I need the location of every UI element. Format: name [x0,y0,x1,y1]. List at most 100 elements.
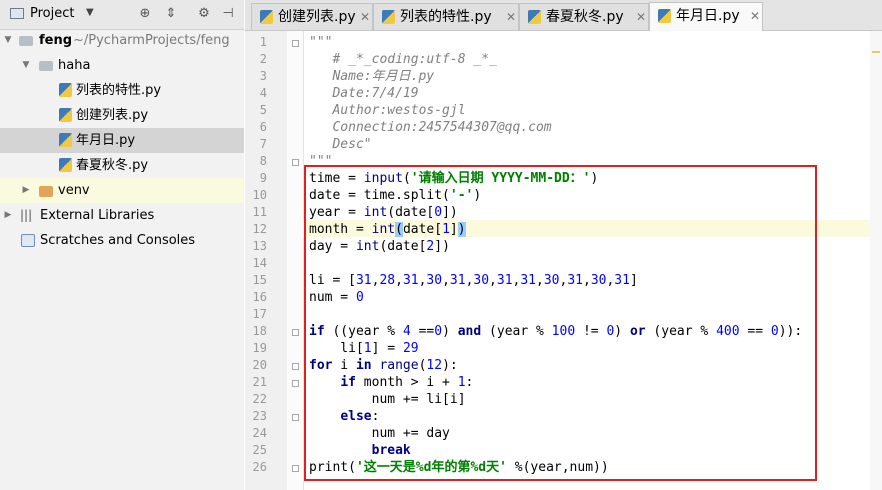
tree-item-haha[interactable]: ▼ haha [0,53,244,78]
tab-label: 创建列表.py [278,9,356,25]
close-icon[interactable]: ✕ [750,3,760,29]
line-number: 5 [259,103,267,117]
tree-item-file[interactable]: 春夏秋冬.py [0,153,244,178]
python-file-icon [382,10,395,24]
line-number: 20 [252,358,267,372]
line-number-gutter: 1 2 3 4 5 6 7 8 9 10 11 12 13 14 15 16 1… [245,31,287,490]
editor-tab-bar: 创建列表.py ✕ 列表的特性.py ✕ 春夏秋冬.py ✕ 年月日.py ✕ [245,0,882,31]
code-line: """ [309,154,333,169]
tab-label: 列表的特性.py [400,9,492,25]
line-number: 22 [252,392,267,406]
excluded-folder-icon [39,186,53,197]
tab-seasons[interactable]: 春夏秋冬.py ✕ [519,3,649,30]
code-line: li = [31,28,31,30,31,30,31,31,30,31,30,3… [309,273,638,288]
tab-label: 年月日.py [676,8,740,24]
code-line: month = int(date[1]) [309,222,466,237]
code-line: num += day [309,426,450,441]
close-icon[interactable]: ✕ [636,4,646,30]
error-stripe[interactable] [870,31,882,490]
fold-marker-icon[interactable] [292,414,299,421]
code-line: if ((year % 4 ==0) and (year % 100 != 0)… [309,324,803,339]
project-tool-window: Project ▼ ⊕ ⇕ ⚙ ⊣ ▼ feng ~/PycharmProjec… [0,0,244,490]
chevron-down-icon[interactable]: ▼ [86,7,94,18]
code-editor[interactable]: 1 2 3 4 5 6 7 8 9 10 11 12 13 14 15 16 1… [245,31,882,490]
chevron-down-icon[interactable]: ▼ [21,53,31,78]
fold-marker-icon[interactable] [292,380,299,387]
code-line: else: [340,409,380,424]
tab-create-list[interactable]: 创建列表.py ✕ [251,3,373,30]
line-number: 3 [259,69,267,83]
code-line: """ [309,35,333,50]
line-number: 18 [252,324,267,338]
tree-item-label: External Libraries [40,208,155,223]
tab-year-month-day[interactable]: 年月日.py ✕ [649,2,763,31]
tab-list-features[interactable]: 列表的特性.py ✕ [373,3,519,30]
close-icon[interactable]: ✕ [506,4,516,30]
code-line: break [371,443,411,458]
fold-marker-icon[interactable] [292,363,299,370]
code-line: li[1] = 29 [309,341,419,356]
chevron-right-icon[interactable]: ▶ [3,203,13,228]
code-line: num = 0 [309,290,364,305]
code-line: # _*_coding:utf-8 _*_ [332,52,497,67]
tree-item-file-selected[interactable]: 年月日.py [0,128,244,153]
hide-panel-icon[interactable]: ⊣ [220,6,236,22]
chevron-down-icon[interactable]: ▼ [3,28,13,53]
code-line: day = int(date[2]) [309,239,450,254]
line-number: 8 [259,154,267,168]
python-file-icon [658,9,671,23]
code-line: for i in range(12): [309,358,458,373]
tree-item-label: 年月日.py [76,133,136,148]
fold-marker-icon[interactable] [292,159,299,166]
line-number: 11 [252,205,267,219]
line-number: 2 [259,52,267,66]
project-view-selector[interactable]: Project [30,6,74,21]
tree-item-label: 创建列表.py [76,108,149,123]
gear-icon[interactable]: ⚙ [196,6,212,22]
tree-item-file[interactable]: 列表的特性.py [0,78,244,103]
folder-icon [19,36,33,46]
tree-item-label: 列表的特性.py [76,83,162,98]
code-line: year = int(date[0]) [309,205,458,220]
tree-item-file[interactable]: 创建列表.py [0,103,244,128]
close-icon[interactable]: ✕ [360,4,370,30]
code-line: Desc" [332,137,372,152]
package-folder-icon [39,61,53,71]
line-number: 14 [252,256,267,270]
python-file-icon [59,158,72,172]
code-line: if month > i + 1: [340,375,474,390]
line-number: 4 [259,86,267,100]
line-number: 17 [252,307,267,321]
project-panel-header: Project ▼ ⊕ ⇕ ⚙ ⊣ [0,0,244,30]
line-number: 1 [259,35,267,49]
warning-marker[interactable] [872,51,880,53]
fold-marker-icon[interactable] [292,329,299,336]
fold-marker-icon[interactable] [292,465,299,472]
code-line: date = time.split('-') [309,188,482,203]
scroll-from-source-icon[interactable]: ⊕ [137,6,153,22]
tree-item-venv[interactable]: ▶ venv [0,178,244,203]
line-number: 24 [252,426,267,440]
chevron-right-icon[interactable]: ▶ [21,178,31,203]
line-number: 9 [259,171,267,185]
line-number: 6 [259,120,267,134]
line-number: 25 [252,443,267,457]
scratches-icon [21,234,35,247]
code-line: print('这一天是%d年的第%d天' %(year,num)) [309,460,609,475]
line-number: 10 [252,188,267,202]
python-file-icon [59,133,72,147]
python-file-icon [260,10,273,24]
tree-item-scratches[interactable]: Scratches and Consoles [0,228,244,253]
line-number: 26 [252,460,267,474]
library-icon: ||| [20,208,33,222]
tree-item-external-libraries[interactable]: ▶ ||| External Libraries [0,203,244,228]
code-line: Name:年月日.py [332,69,435,84]
tree-item-label: 春夏秋冬.py [76,158,149,173]
fold-marker-icon[interactable] [292,40,299,47]
code-line: Date:7/4/19 [332,86,419,101]
tree-item-feng[interactable]: ▼ feng ~/PycharmProjects/feng [0,28,244,53]
collapse-all-icon[interactable]: ⇕ [163,6,179,22]
tree-item-label: Scratches and Consoles [40,233,196,248]
code-line: Connection:2457544307@qq.com [332,120,552,135]
line-number: 15 [252,273,267,287]
